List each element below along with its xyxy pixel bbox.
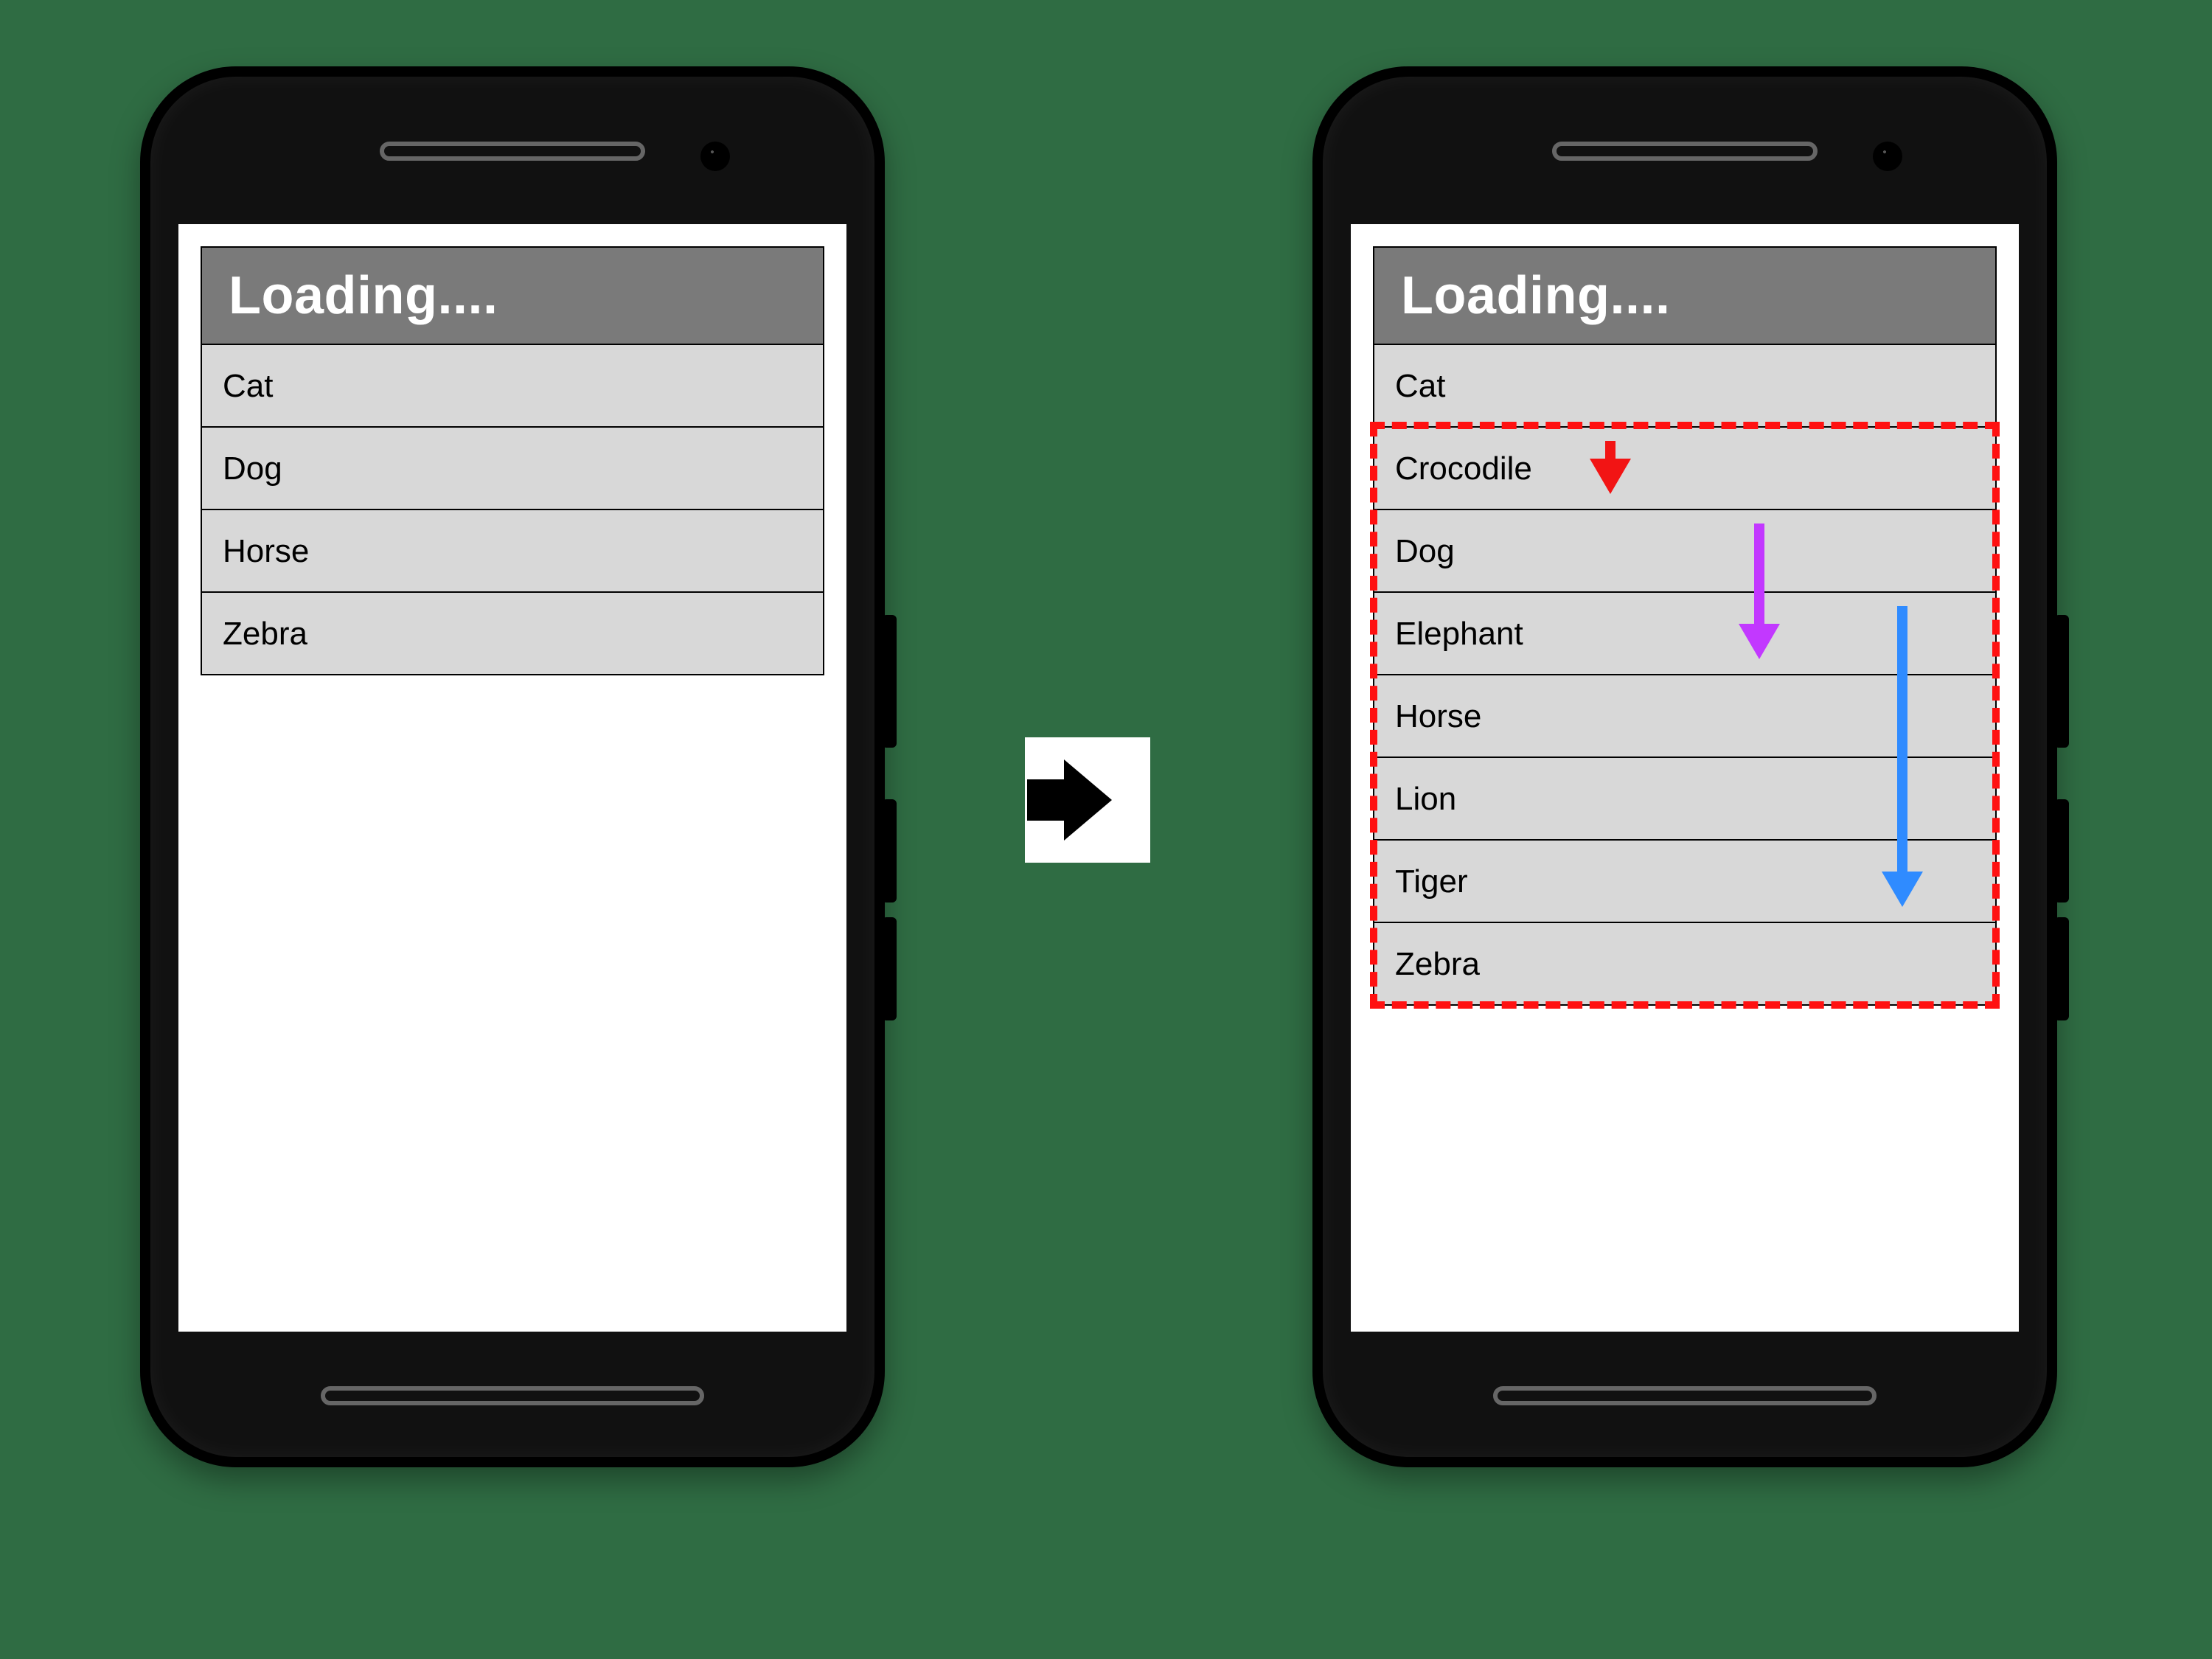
list-item[interactable]: Cat (1374, 344, 1995, 426)
list-item[interactable]: Elephant (1374, 591, 1995, 674)
volume-up-button (882, 799, 897, 902)
app-header: Loading.... (1373, 246, 1997, 344)
arrow-right-icon (1064, 759, 1112, 841)
front-camera-icon (700, 142, 730, 171)
power-button (882, 615, 897, 748)
phone-speaker-icon (380, 142, 645, 161)
phone-screen: Loading.... CatCrocodileDogElephantHorse… (1351, 224, 2019, 1332)
volume-down-button (2054, 917, 2069, 1020)
home-bar-icon (321, 1386, 704, 1405)
app-right: Loading.... CatCrocodileDogElephantHorse… (1373, 246, 1997, 1310)
list-item[interactable]: Horse (1374, 674, 1995, 757)
volume-down-button (882, 917, 897, 1020)
list-item[interactable]: Crocodile (1374, 426, 1995, 509)
transition-panel (1025, 737, 1150, 863)
app-header: Loading.... (201, 246, 824, 344)
list-before[interactable]: CatDogHorseZebra (201, 344, 824, 675)
list-item[interactable]: Dog (202, 426, 823, 509)
diagram-stage: Loading.... CatDogHorseZebra Loading....… (0, 0, 2212, 1659)
volume-up-button (2054, 799, 2069, 902)
front-camera-icon (1873, 142, 1902, 171)
phone-screen: Loading.... CatDogHorseZebra (178, 224, 846, 1332)
list-after[interactable]: CatCrocodileDogElephantHorseLionTigerZeb… (1373, 344, 1997, 1006)
list-item[interactable]: Zebra (1374, 922, 1995, 1004)
list-item[interactable]: Tiger (1374, 839, 1995, 922)
phone-after: Loading.... CatCrocodileDogElephantHorse… (1312, 66, 2057, 1467)
list-item[interactable]: Cat (202, 344, 823, 426)
home-bar-icon (1493, 1386, 1877, 1405)
list-item[interactable]: Zebra (202, 591, 823, 674)
phone-speaker-icon (1552, 142, 1818, 161)
power-button (2054, 615, 2069, 748)
app-left: Loading.... CatDogHorseZebra (201, 246, 824, 1310)
list-item[interactable]: Dog (1374, 509, 1995, 591)
list-item[interactable]: Lion (1374, 757, 1995, 839)
list-item[interactable]: Horse (202, 509, 823, 591)
phone-before: Loading.... CatDogHorseZebra (140, 66, 885, 1467)
